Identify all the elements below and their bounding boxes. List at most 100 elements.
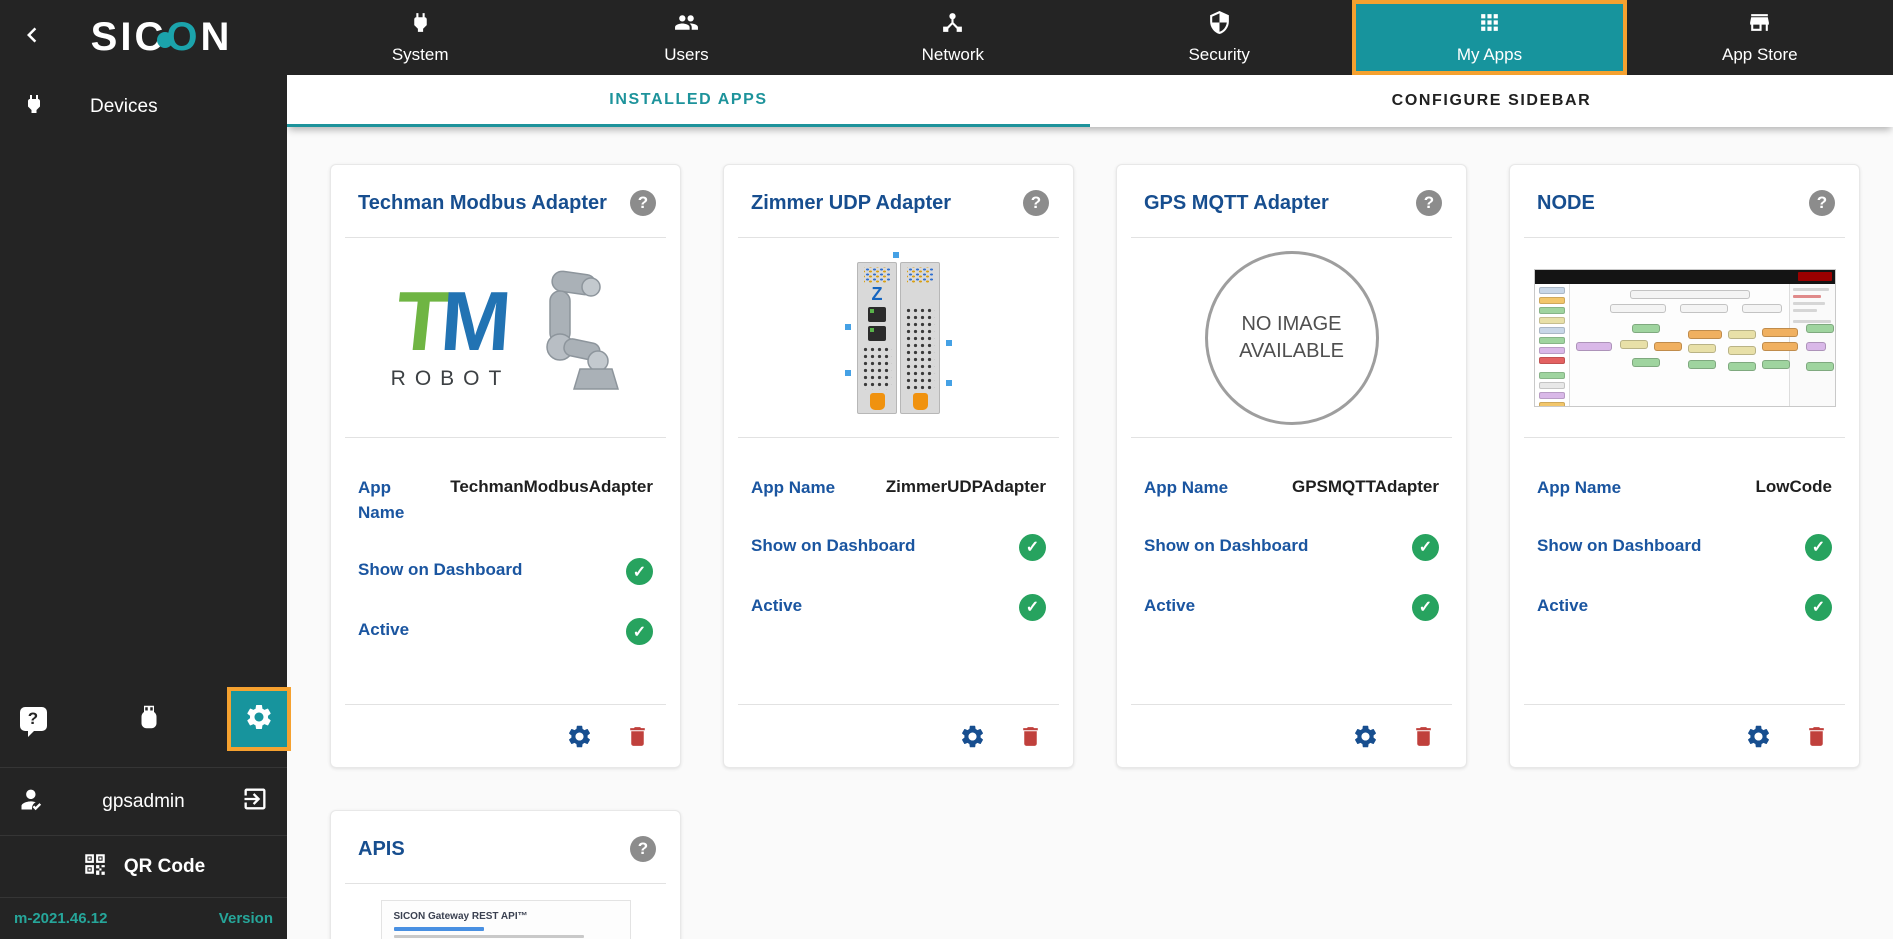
active-label: Active bbox=[358, 620, 410, 640]
settings-button[interactable] bbox=[227, 687, 291, 751]
person-check-icon bbox=[18, 785, 46, 818]
node-red-screenshot bbox=[1533, 268, 1836, 407]
help-icon[interactable]: ? bbox=[630, 836, 656, 862]
card-header: Zimmer UDP Adapter ? bbox=[724, 165, 1073, 237]
top-navigation: System Users Network Security My Apps Ap… bbox=[287, 0, 1893, 75]
active-label: Active bbox=[1537, 595, 1589, 615]
card-title: NODE bbox=[1537, 191, 1595, 214]
nav-item-my-apps[interactable]: My Apps bbox=[1352, 0, 1627, 75]
sidebar-tools: ? bbox=[0, 671, 291, 767]
configure-app-button[interactable] bbox=[566, 723, 593, 750]
tm-robot-logo: TM ROBOT bbox=[390, 273, 511, 391]
check-icon[interactable]: ✓ bbox=[1412, 533, 1439, 561]
qr-code-label: QR Code bbox=[123, 855, 206, 877]
app-name-label: App Name bbox=[1144, 478, 1229, 497]
active-label: Active bbox=[1144, 595, 1196, 615]
sidebar-collapse-button[interactable] bbox=[10, 16, 54, 60]
delete-app-button[interactable] bbox=[1804, 724, 1829, 749]
usb-device-button[interactable] bbox=[132, 702, 166, 736]
app-card-gps-mqtt: GPS MQTT Adapter ? NO IMAGE AVAILABLE Ap… bbox=[1116, 164, 1467, 768]
tab-configure-sidebar[interactable]: CONFIGURE SIDEBAR bbox=[1090, 75, 1893, 127]
no-image-placeholder: NO IMAGE AVAILABLE bbox=[1204, 250, 1379, 425]
users-icon bbox=[674, 10, 699, 40]
cards-row: Techman Modbus Adapter ? TM ROBOT App Na… bbox=[330, 164, 1893, 768]
configure-app-button[interactable] bbox=[1352, 723, 1379, 750]
card-image-zimmer: Z bbox=[724, 238, 1073, 437]
trash-icon bbox=[1023, 726, 1038, 746]
app-name-row: App Name LowCode bbox=[1537, 476, 1832, 501]
nav-label: System bbox=[391, 45, 449, 64]
card-header: GPS MQTT Adapter ? bbox=[1117, 165, 1466, 237]
content-area: Techman Modbus Adapter ? TM ROBOT App Na… bbox=[287, 127, 1893, 939]
rest-api-doc-preview: SICON Gateway REST API™ bbox=[380, 899, 631, 939]
active-row: Active ✓ bbox=[1144, 593, 1439, 621]
check-icon[interactable]: ✓ bbox=[1412, 593, 1439, 621]
delete-app-button[interactable] bbox=[1411, 724, 1436, 749]
trash-icon bbox=[1809, 726, 1824, 746]
nav-item-system[interactable]: System bbox=[287, 0, 553, 75]
configure-app-button[interactable] bbox=[1745, 723, 1772, 750]
nav-item-users[interactable]: Users bbox=[553, 0, 819, 75]
dashboard-row: Show on Dashboard ✓ bbox=[1537, 533, 1832, 561]
apps-grid-icon bbox=[1477, 10, 1502, 40]
sidebar-item-devices[interactable]: Devices bbox=[0, 75, 287, 139]
check-icon[interactable]: ✓ bbox=[626, 558, 653, 586]
app-root: SICON Devices ? gpsadmin QR Code m-2021.… bbox=[0, 0, 1893, 939]
help-icon[interactable]: ? bbox=[1416, 190, 1442, 216]
tab-installed-apps[interactable]: INSTALLED APPS bbox=[287, 75, 1090, 127]
usb-connector-icon bbox=[134, 702, 164, 737]
app-card-node: NODE ? App Name LowCode Show on Dashboar… bbox=[1509, 164, 1860, 768]
delete-app-button[interactable] bbox=[625, 724, 650, 749]
nav-item-security[interactable]: Security bbox=[1086, 0, 1352, 75]
card-title: Techman Modbus Adapter bbox=[358, 191, 607, 214]
card-header: APIS ? bbox=[331, 811, 680, 883]
help-icon[interactable]: ? bbox=[1023, 190, 1049, 216]
card-title: APIS bbox=[358, 837, 405, 860]
plug-icon bbox=[408, 10, 433, 40]
check-icon[interactable]: ✓ bbox=[626, 618, 653, 646]
help-bubble-icon: ? bbox=[19, 707, 47, 737]
app-name-row: App Name TechmanModbusAdapter bbox=[358, 476, 653, 525]
gear-icon bbox=[244, 702, 274, 737]
nav-label: My Apps bbox=[1456, 45, 1523, 64]
card-header: Techman Modbus Adapter ? bbox=[331, 165, 680, 237]
cards-row-2: APIS ? SICON Gateway REST API™ bbox=[330, 810, 1893, 939]
dashboard-label: Show on Dashboard bbox=[751, 535, 916, 555]
app-card-zimmer: Zimmer UDP Adapter ? Z App Name ZimmerUD… bbox=[723, 164, 1074, 768]
configure-app-button[interactable] bbox=[959, 723, 986, 750]
version-row: m-2021.46.12 Version bbox=[0, 897, 287, 939]
zimmer-io-module-image: Z bbox=[845, 251, 952, 414]
sidebar-header: SICON bbox=[0, 0, 287, 75]
qr-code-button[interactable]: QR Code bbox=[0, 835, 287, 897]
check-icon[interactable]: ✓ bbox=[1805, 533, 1832, 561]
dashboard-label: Show on Dashboard bbox=[1144, 535, 1309, 555]
trash-icon bbox=[630, 726, 645, 746]
card-actions bbox=[1510, 705, 1859, 767]
nav-item-network[interactable]: Network bbox=[820, 0, 1086, 75]
card-title: GPS MQTT Adapter bbox=[1144, 191, 1329, 214]
dashboard-label: Show on Dashboard bbox=[1537, 535, 1702, 555]
card-actions bbox=[724, 705, 1073, 767]
gear-icon bbox=[568, 725, 591, 747]
dashboard-row: Show on Dashboard ✓ bbox=[358, 558, 653, 586]
api-doc-text-line bbox=[393, 934, 584, 938]
logout-button[interactable] bbox=[241, 785, 269, 818]
plug-icon bbox=[22, 92, 90, 122]
nav-label: Users bbox=[664, 45, 709, 64]
delete-app-button[interactable] bbox=[1018, 724, 1043, 749]
help-icon[interactable]: ? bbox=[630, 190, 656, 216]
nav-item-app-store[interactable]: App Store bbox=[1627, 0, 1893, 75]
app-name-value: TechmanModbusAdapter bbox=[450, 477, 653, 496]
check-icon[interactable]: ✓ bbox=[1019, 593, 1046, 621]
check-icon[interactable]: ✓ bbox=[1805, 593, 1832, 621]
help-button[interactable]: ? bbox=[16, 702, 50, 737]
storefront-icon bbox=[1747, 10, 1772, 40]
version-value: m-2021.46.12 bbox=[14, 910, 108, 927]
card-image-apis: SICON Gateway REST API™ bbox=[331, 884, 680, 939]
dashboard-label: Show on Dashboard bbox=[358, 560, 523, 580]
card-actions bbox=[1117, 705, 1466, 767]
card-actions bbox=[331, 705, 680, 767]
help-icon[interactable]: ? bbox=[1809, 190, 1835, 216]
check-icon[interactable]: ✓ bbox=[1019, 533, 1046, 561]
